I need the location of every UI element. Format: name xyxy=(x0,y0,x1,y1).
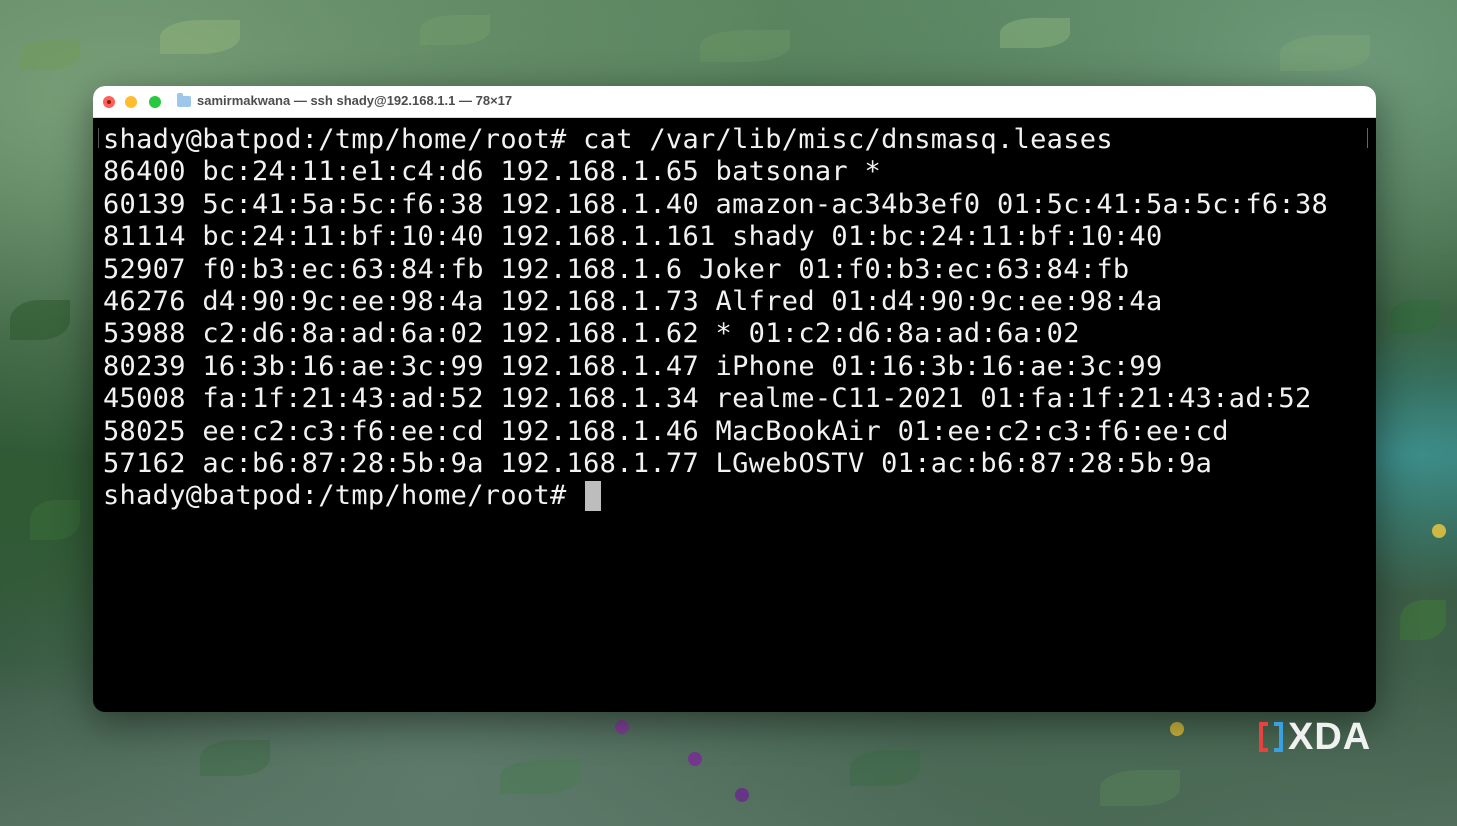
close-button[interactable] xyxy=(103,96,115,108)
wallpaper-leaf xyxy=(1400,600,1446,640)
wallpaper-leaf xyxy=(1100,770,1180,806)
terminal-output[interactable]: shady@batpod:/tmp/home/root# cat /var/li… xyxy=(93,118,1376,712)
terminal-window[interactable]: samirmakwana — ssh shady@192.168.1.1 — 7… xyxy=(93,86,1376,712)
window-title: samirmakwana — ssh shady@192.168.1.1 — 7… xyxy=(197,93,513,108)
terminal-line: 86400 bc:24:11:e1:c4:d6 192.168.1.65 bat… xyxy=(103,156,882,188)
window-title-group: samirmakwana — ssh shady@192.168.1.1 — 7… xyxy=(177,92,513,108)
wallpaper-flower xyxy=(1170,722,1184,736)
terminal-line: shady@batpod:/tmp/home/root# cat /var/li… xyxy=(103,124,1113,155)
wallpaper-leaf xyxy=(700,30,790,62)
terminal-line: 53988 c2:d6:8a:ad:6a:02 192.168.1.62 * 0… xyxy=(103,318,1080,350)
wallpaper-leaf xyxy=(420,15,490,45)
wallpaper-flower xyxy=(615,720,629,734)
terminal-line: 46276 d4:90:9c:ee:98:4a 192.168.1.73 Alf… xyxy=(103,285,1163,317)
xda-bracket-left xyxy=(1259,722,1268,752)
wallpaper-leaf xyxy=(10,300,70,340)
zoom-button[interactable] xyxy=(149,96,161,108)
xda-logo-text: XDA xyxy=(1288,716,1372,758)
wallpaper-leaf xyxy=(160,20,240,54)
title-bar[interactable]: samirmakwana — ssh shady@192.168.1.1 — 7… xyxy=(93,86,1376,118)
xda-logo: XDA xyxy=(1258,718,1371,756)
minimize-button[interactable] xyxy=(125,96,137,108)
wallpaper-leaf xyxy=(1280,35,1370,71)
wallpaper-leaf xyxy=(500,760,580,794)
terminal-line: 58025 ee:c2:c3:f6:ee:cd 192.168.1.46 Mac… xyxy=(103,415,1229,447)
prompt-line[interactable]: shady@batpod:/tmp/home/root# xyxy=(103,480,1376,512)
terminal-edge-marker xyxy=(98,128,99,148)
terminal-line: 80239 16:3b:16:ae:3c:99 192.168.1.47 iPh… xyxy=(103,350,1163,382)
scrollbar-marker[interactable] xyxy=(1367,128,1368,148)
wallpaper-leaf xyxy=(850,750,920,786)
terminal-line: 52907 f0:b3:ec:63:84:fb 192.168.1.6 Joke… xyxy=(103,253,1130,285)
wallpaper-leaf xyxy=(30,500,80,540)
text-cursor xyxy=(585,481,602,512)
wallpaper-flower xyxy=(688,752,702,766)
wallpaper-leaf xyxy=(20,40,80,70)
shell-prompt: shady@batpod:/tmp/home/root# xyxy=(103,480,584,512)
terminal-line: 45008 fa:1f:21:43:ad:52 192.168.1.34 rea… xyxy=(103,383,1312,415)
terminal-line: 81114 bc:24:11:bf:10:40 192.168.1.161 sh… xyxy=(103,221,1163,253)
wallpaper-flower xyxy=(735,788,749,802)
wallpaper-leaf xyxy=(200,740,270,776)
terminal-line: 57162 ac:b6:87:28:5b:9a 192.168.1.77 LGw… xyxy=(103,447,1213,479)
folder-icon xyxy=(177,92,191,107)
wallpaper-leaf xyxy=(1390,300,1440,334)
wallpaper-leaf xyxy=(1000,18,1070,48)
terminal-line: 60139 5c:41:5a:5c:f6:38 192.168.1.40 ama… xyxy=(103,188,1329,220)
wallpaper-flower xyxy=(1432,524,1446,538)
xda-bracket-icon xyxy=(1259,722,1283,752)
xda-bracket-right xyxy=(1274,722,1283,752)
